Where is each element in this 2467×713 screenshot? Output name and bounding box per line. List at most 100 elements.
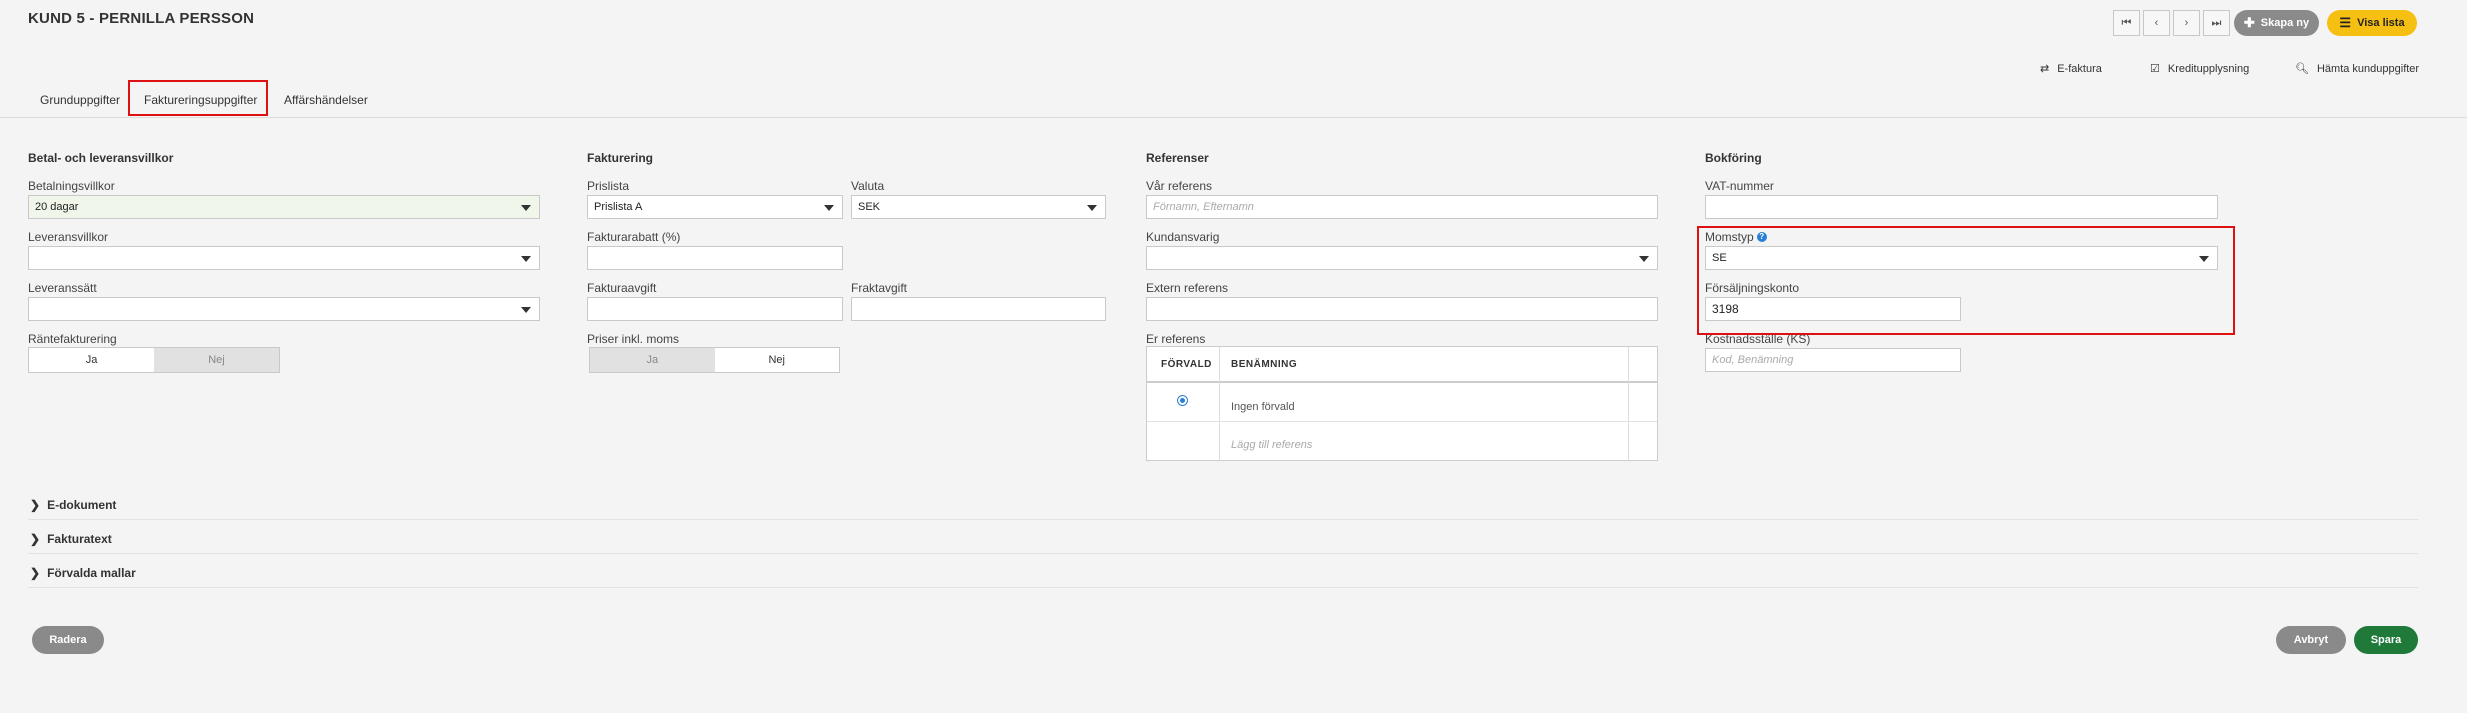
collapsible-e-dokument[interactable]: ❯ E-dokument <box>30 498 116 512</box>
table-row-ingen-forvald[interactable]: Ingen förvald <box>1231 401 1295 413</box>
prislista-select[interactable]: Prislista A <box>587 195 843 219</box>
search-icon: 🔍︎ <box>2295 63 2309 75</box>
first-record-button[interactable]: ⏮ <box>2113 10 2140 36</box>
rante-ja-option[interactable]: Ja <box>29 348 154 372</box>
list-icon: ☰ <box>2339 15 2352 30</box>
forvalda-mallar-label: Förvalda mallar <box>47 566 136 580</box>
caret-down-icon <box>824 205 834 211</box>
collapsible-forvalda-mallar[interactable]: ❯ Förvalda mallar <box>30 566 136 580</box>
chevron-left-icon: ‹ <box>2154 17 2159 29</box>
rante-nej-option[interactable]: Nej <box>154 348 279 372</box>
create-new-button[interactable]: ✚ Skapa ny <box>2234 10 2319 36</box>
previous-record-button[interactable]: ‹ <box>2143 10 2170 36</box>
betalningsvillkor-select[interactable]: 20 dagar <box>28 195 540 219</box>
col-divider <box>1219 347 1220 460</box>
fraktavgift-input[interactable] <box>851 297 1106 321</box>
kostnadsstalle-placeholder: Kod, Benämning <box>1712 354 1794 366</box>
leveranssatt-label: Leveranssätt <box>28 281 97 295</box>
add-reference-placeholder[interactable]: Lägg till referens <box>1231 439 1312 451</box>
caret-down-icon <box>521 205 531 211</box>
kostnadsstalle-input[interactable]: Kod, Benämning <box>1705 348 1961 372</box>
leveransvillkor-label: Leveransvillkor <box>28 230 109 244</box>
cancel-label: Avbryt <box>2293 634 2329 646</box>
chevron-right-icon: › <box>2184 17 2189 29</box>
extern-referens-input[interactable] <box>1146 297 1658 321</box>
kreditupplysning-link[interactable]: ☑ Kreditupplysning <box>2150 62 2250 76</box>
chevron-right-icon: ❯ <box>30 566 41 580</box>
fakturarabatt-input[interactable] <box>587 246 843 270</box>
first-icon: ⏮ <box>2121 16 2132 29</box>
priser-inkl-moms-toggle[interactable]: Ja Nej <box>589 347 840 373</box>
page-title: KUND 5 - PERNILLA PERSSON <box>28 10 255 27</box>
last-record-button[interactable]: ⏭ <box>2203 10 2230 36</box>
bokforing-heading: Bokföring <box>1705 151 1762 165</box>
valuta-label: Valuta <box>851 179 885 193</box>
e-dokument-label: E-dokument <box>47 498 117 512</box>
delete-label: Radera <box>49 634 87 646</box>
next-record-button[interactable]: › <box>2173 10 2200 36</box>
priser-inkl-moms-label: Priser inkl. moms <box>587 332 680 346</box>
fakturarabatt-label: Fakturarabatt (%) <box>587 230 681 244</box>
bokforing-highlight-box <box>1697 226 2235 335</box>
col-divider-right <box>1628 347 1629 460</box>
valuta-value: SEK <box>858 201 881 213</box>
divider <box>28 587 2418 588</box>
hamta-kunduppgifter-link[interactable]: 🔍︎ Hämta kunduppgifter <box>2295 62 2420 76</box>
rantefakturering-toggle[interactable]: Ja Nej <box>28 347 280 373</box>
vat-nummer-label: VAT-nummer <box>1705 179 1774 193</box>
fakturatext-label: Fakturatext <box>47 532 112 546</box>
checkbox-icon: ☑ <box>2150 63 2160 75</box>
delete-button[interactable]: Radera <box>32 626 104 654</box>
caret-down-icon <box>521 256 531 262</box>
var-referens-input[interactable]: Förnamn, Efternamn <box>1146 195 1658 219</box>
efaktura-link[interactable]: ⇄ E-faktura <box>2040 62 2102 76</box>
save-button[interactable]: Spara <box>2354 626 2418 654</box>
tab-faktureringsuppgifter[interactable]: Faktureringsuppgifter <box>144 93 257 107</box>
fakturaavgift-input[interactable] <box>587 297 843 321</box>
kundansvarig-select[interactable] <box>1146 246 1658 270</box>
exchange-icon: ⇄ <box>2040 63 2050 75</box>
kundansvarig-label: Kundansvarig <box>1146 230 1220 244</box>
col-benamning-header: BENÄMNING <box>1231 359 1298 370</box>
cancel-button[interactable]: Avbryt <box>2276 626 2346 654</box>
var-referens-placeholder: Förnamn, Efternamn <box>1153 201 1254 213</box>
last-icon: ⏭ <box>2211 16 2222 29</box>
efaktura-label: E-faktura <box>2057 62 2102 75</box>
divider <box>28 553 2418 554</box>
chevron-right-icon: ❯ <box>30 498 41 512</box>
betal-heading: Betal- och leveransvillkor <box>28 151 174 165</box>
row-divider <box>1147 421 1657 422</box>
kreditupplysning-label: Kreditupplysning <box>2167 62 2250 75</box>
tab-affarshandelser[interactable]: Affärshändelser <box>284 93 368 107</box>
leveranssatt-select[interactable] <box>28 297 540 321</box>
prislista-value: Prislista A <box>594 201 643 213</box>
tab-divider <box>0 117 2467 118</box>
referenser-heading: Referenser <box>1146 151 1209 165</box>
vat-nummer-input[interactable] <box>1705 195 2218 219</box>
rantefakturering-label: Räntefakturering <box>28 332 117 346</box>
betalningsvillkor-label: Betalningsvillkor <box>28 179 115 193</box>
col-forvald-header: FÖRVALD <box>1161 359 1212 370</box>
hamta-label: Hämta kunduppgifter <box>2316 62 2420 75</box>
create-new-label: Skapa ny <box>2260 17 2310 29</box>
show-list-button[interactable]: ☰ Visa lista <box>2327 10 2417 36</box>
chevron-right-icon: ❯ <box>30 532 41 546</box>
fakturering-heading: Fakturering <box>587 151 654 165</box>
tab-grunduppgifter[interactable]: Grunduppgifter <box>40 93 120 107</box>
fraktavgift-label: Fraktavgift <box>851 281 908 295</box>
moms-ja-option[interactable]: Ja <box>590 348 715 372</box>
caret-down-icon <box>521 307 531 313</box>
fakturaavgift-label: Fakturaavgift <box>587 281 657 295</box>
divider <box>28 519 2418 520</box>
show-list-label: Visa lista <box>2357 17 2405 29</box>
var-referens-label: Vår referens <box>1146 179 1213 193</box>
valuta-select[interactable]: SEK <box>851 195 1106 219</box>
moms-nej-option[interactable]: Nej <box>714 348 839 372</box>
leveransvillkor-select[interactable] <box>28 246 540 270</box>
collapsible-fakturatext[interactable]: ❯ Fakturatext <box>30 532 112 546</box>
plus-icon: ✚ <box>2243 15 2255 30</box>
betalningsvillkor-value: 20 dagar <box>35 201 79 213</box>
forvald-radio[interactable] <box>1177 395 1188 406</box>
er-referens-table: FÖRVALD BENÄMNING Ingen förvald Lägg til… <box>1146 346 1658 461</box>
caret-down-icon <box>1639 256 1649 262</box>
